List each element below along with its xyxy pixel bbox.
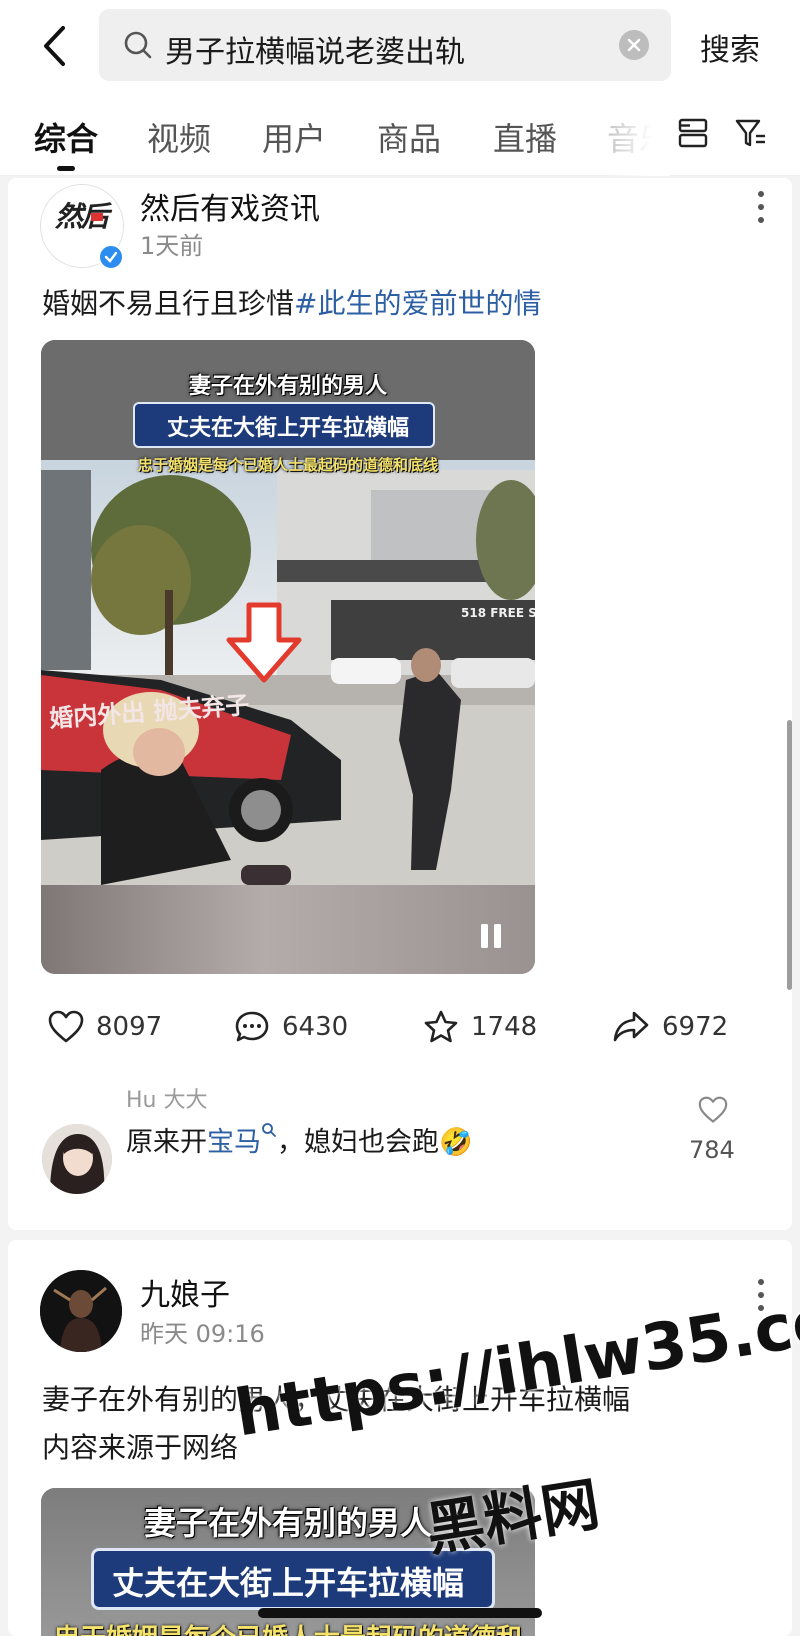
active-tab-indicator <box>57 166 75 171</box>
comment-text-before: 原来开 <box>126 1127 207 1158</box>
share-button[interactable]: 6972 <box>612 1010 728 1044</box>
clear-icon[interactable] <box>619 30 649 60</box>
avatar-photo <box>40 1270 122 1352</box>
video-caption-top: 妻子在外有别的男人 <box>188 374 387 399</box>
search-button[interactable]: 搜索 <box>700 25 760 69</box>
tab-all[interactable]: 综合 <box>34 114 98 160</box>
post-card[interactable]: 九娘子 昨天 09:16 妻子在外有别的男人，丈夫在大街上开车拉横幅 内容来源于… <box>8 1240 792 1636</box>
search-icon[interactable] <box>261 1122 277 1138</box>
share-count: 6972 <box>662 1012 729 1042</box>
search-input[interactable]: 男子拉横幅说老婆出轨 <box>99 9 671 81</box>
store-sign: 518 FREE ST <box>461 606 535 620</box>
comment-count: 6430 <box>282 1012 349 1042</box>
commenter-photo <box>42 1124 112 1194</box>
post-text-source: 内容来源于网络 <box>42 1431 239 1464</box>
tab-live[interactable]: 直播 <box>493 114 557 160</box>
star-icon <box>424 1010 458 1043</box>
post-body: 婚姻不易且行且珍惜 <box>42 287 295 320</box>
tab-fade <box>600 92 670 176</box>
hashtag-link[interactable]: #此生的爱前世的情 <box>294 287 541 320</box>
tab-bar: 综合 视频 用户 商品 直播 音乐 <box>0 92 800 176</box>
video-caption-banner: 丈夫在大街上开车拉横幅 <box>166 416 409 441</box>
author-name[interactable]: 九娘子 <box>140 1270 230 1314</box>
tab-video[interactable]: 视频 <box>147 114 211 160</box>
video-caption-sub: 忠于婚姻是每个已婚人士最起码的道德和 <box>41 1618 535 1636</box>
favorite-count: 1748 <box>471 1012 538 1042</box>
comment-author[interactable]: Hu 大大 <box>126 1082 207 1114</box>
chevron-left-icon <box>44 26 65 66</box>
like-button[interactable]: 8097 <box>48 1010 162 1044</box>
verified-icon <box>98 244 124 270</box>
tab-products[interactable]: 商品 <box>377 114 441 160</box>
home-indicator[interactable] <box>258 1608 542 1618</box>
avatar-seal <box>91 213 103 221</box>
post-time: 1天前 <box>140 232 204 260</box>
search-icon <box>124 31 152 59</box>
comment-button[interactable]: 6430 <box>234 1010 348 1044</box>
like-count: 8097 <box>96 1012 163 1042</box>
share-icon <box>613 1011 649 1042</box>
pause-icon[interactable] <box>479 922 503 950</box>
favorite-button[interactable]: 1748 <box>423 1010 537 1044</box>
layout-icon[interactable] <box>676 116 710 150</box>
author-name[interactable]: 然后有戏资讯 <box>140 184 320 228</box>
search-query: 男子拉横幅说老婆出轨 <box>165 35 465 70</box>
back-button[interactable] <box>34 22 74 70</box>
post-time: 昨天 09:16 <box>140 1320 265 1348</box>
top-bar: 男子拉横幅说老婆出轨 搜索 <box>0 0 800 92</box>
post-card[interactable]: 然后 然后有戏资讯 1天前 婚姻不易且行且珍惜#此生的爱前世的情 妻子在外有别的… <box>8 178 792 1230</box>
more-icon[interactable] <box>751 188 771 224</box>
filter-icon[interactable] <box>734 116 768 150</box>
avatar[interactable] <box>40 1270 122 1352</box>
video-player[interactable]: 妻子在外有别的男人 丈夫在大街上开车拉横幅 忠于婚姻是每个已婚人士最起码的道德和… <box>41 340 535 974</box>
comment-icon <box>235 1011 269 1042</box>
commenter-avatar[interactable] <box>42 1124 112 1194</box>
video-caption-sub: 忠于婚姻是每个已婚人士最起码的道德和底线 <box>137 456 438 474</box>
comment-like-icon[interactable] <box>698 1096 728 1124</box>
heart-icon <box>48 1010 84 1043</box>
scrollbar[interactable] <box>787 720 792 990</box>
comment-like-count: 784 <box>689 1136 735 1164</box>
tab-users[interactable]: 用户 <box>262 114 326 160</box>
search-keyword-link[interactable]: 宝马 <box>207 1127 261 1158</box>
comment-text: 原来开宝马 ，媳妇也会跑🤣 <box>126 1120 473 1159</box>
post-text: 婚姻不易且行且珍惜#此生的爱前世的情 <box>42 282 541 322</box>
comment-text-after: ，媳妇也会跑🤣 <box>277 1127 473 1158</box>
video-caption-banner: 丈夫在大街上开车拉横幅 <box>111 1564 464 1602</box>
